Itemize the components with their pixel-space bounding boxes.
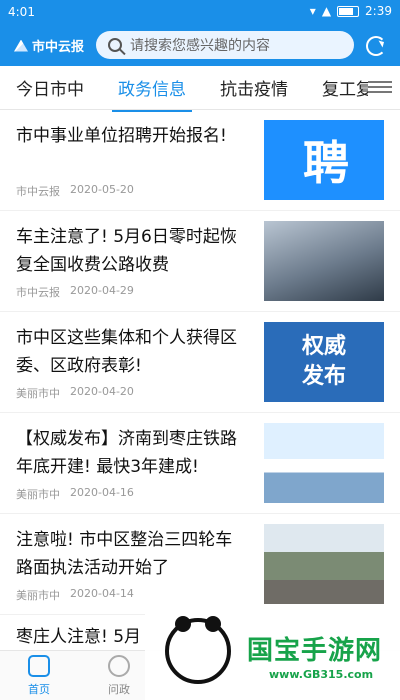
news-meta: 市中云报 2020-05-20	[16, 183, 134, 199]
search-input[interactable]: 请搜索您感兴趣的内容	[96, 31, 354, 59]
news-date: 2020-04-29	[70, 284, 134, 297]
home-icon	[28, 655, 50, 677]
menu-icon[interactable]	[368, 78, 392, 98]
tab-epidemic[interactable]: 抗击疫情	[220, 75, 288, 100]
nav-ask[interactable]: 问政	[94, 655, 144, 697]
news-meta: 美丽市中 2020-04-16	[16, 486, 134, 502]
news-meta: 美丽市中 2020-04-20	[16, 385, 134, 401]
tab-today[interactable]: 今日市中	[16, 75, 84, 100]
news-date: 2020-04-20	[70, 385, 134, 398]
nav-home-label: 首页	[28, 683, 50, 696]
news-item[interactable]: 市中事业单位招聘开始报名! 市中云报 2020-05-20 聘	[0, 110, 400, 211]
news-title-partial[interactable]: 枣庄人注意! 5月	[16, 622, 141, 647]
watermark-banner: 国宝手游网 www.GB315.com	[145, 606, 400, 700]
panda-logo-icon	[165, 616, 231, 684]
news-item[interactable]: 车主注意了! 5月6日零时起恢复全国收费公路收费 市中云报 2020-04-29	[0, 211, 400, 312]
news-item[interactable]: 注意啦! 市中区整治三四轮车路面执法活动开始了 美丽市中 2020-04-14	[0, 514, 400, 615]
news-source: 美丽市中	[16, 387, 60, 400]
search-icon	[108, 38, 122, 52]
battery-icon	[337, 5, 360, 17]
news-meta: 美丽市中 2020-04-14	[16, 587, 134, 603]
news-title: 【权威发布】济南到枣庄铁路年底开建! 最快3年建成!	[16, 429, 237, 477]
logo-text: 市中云报	[32, 40, 85, 55]
news-date: 2020-04-16	[70, 486, 134, 499]
watermark-name: 国宝手游网	[247, 636, 383, 666]
watermark-url: www.GB315.com	[269, 668, 374, 681]
status-bar: 4:01 ▾ ▲ 2:39	[0, 0, 400, 26]
app-logo[interactable]: 市中云报	[14, 36, 84, 55]
tab-resume-work[interactable]: 复工复	[322, 75, 373, 100]
news-source: 美丽市中	[16, 589, 60, 602]
news-source: 美丽市中	[16, 488, 60, 501]
question-icon	[108, 655, 130, 677]
news-source: 市中云报	[16, 286, 60, 299]
news-date: 2020-04-14	[70, 587, 134, 600]
logo-icon	[14, 39, 28, 52]
news-title: 车主注意了! 5月6日零时起恢复全国收费公路收费	[16, 227, 237, 275]
search-placeholder: 请搜索您感兴趣的内容	[130, 38, 270, 54]
news-title: 市中区这些集体和个人获得区委、区政府表彰!	[16, 328, 237, 376]
clock-right: 2:39	[365, 4, 392, 18]
news-title: 注意啦! 市中区整治三四轮车路面执法活动开始了	[16, 530, 233, 578]
news-date: 2020-05-20	[70, 183, 134, 196]
news-thumbnail	[264, 221, 384, 301]
news-title: 市中事业单位招聘开始报名!	[16, 126, 227, 146]
nav-home[interactable]: 首页	[14, 655, 64, 697]
news-thumbnail: 权威 发布	[264, 322, 384, 402]
news-meta: 市中云报 2020-04-29	[16, 284, 134, 300]
wifi-icon: ▾	[309, 4, 316, 18]
news-thumbnail	[264, 524, 384, 604]
app-header: 4:01 ▾ ▲ 2:39 市中云报 请搜索您感兴趣的内容	[0, 0, 400, 66]
news-item[interactable]: 【权威发布】济南到枣庄铁路年底开建! 最快3年建成! 美丽市中 2020-04-…	[0, 413, 400, 514]
tab-government-info[interactable]: 政务信息	[112, 75, 192, 112]
category-tabs: 今日市中 政务信息 抗击疫情 复工复	[0, 66, 400, 112]
news-source: 市中云报	[16, 185, 60, 198]
news-thumbnail	[264, 423, 384, 503]
signal-icon: ▲	[321, 4, 332, 18]
nav-ask-label: 问政	[108, 683, 130, 696]
news-list: 市中事业单位招聘开始报名! 市中云报 2020-05-20 聘 车主注意了! 5…	[0, 110, 400, 615]
thumbnail-label: 权威 发布	[301, 334, 346, 389]
status-icons: ▾ ▲ 2:39	[310, 4, 392, 18]
news-item[interactable]: 市中区这些集体和个人获得区委、区政府表彰! 美丽市中 2020-04-20 权威…	[0, 312, 400, 413]
status-time: 4:01	[8, 5, 35, 19]
refresh-icon[interactable]	[366, 36, 386, 56]
news-thumbnail: 聘	[264, 120, 384, 200]
